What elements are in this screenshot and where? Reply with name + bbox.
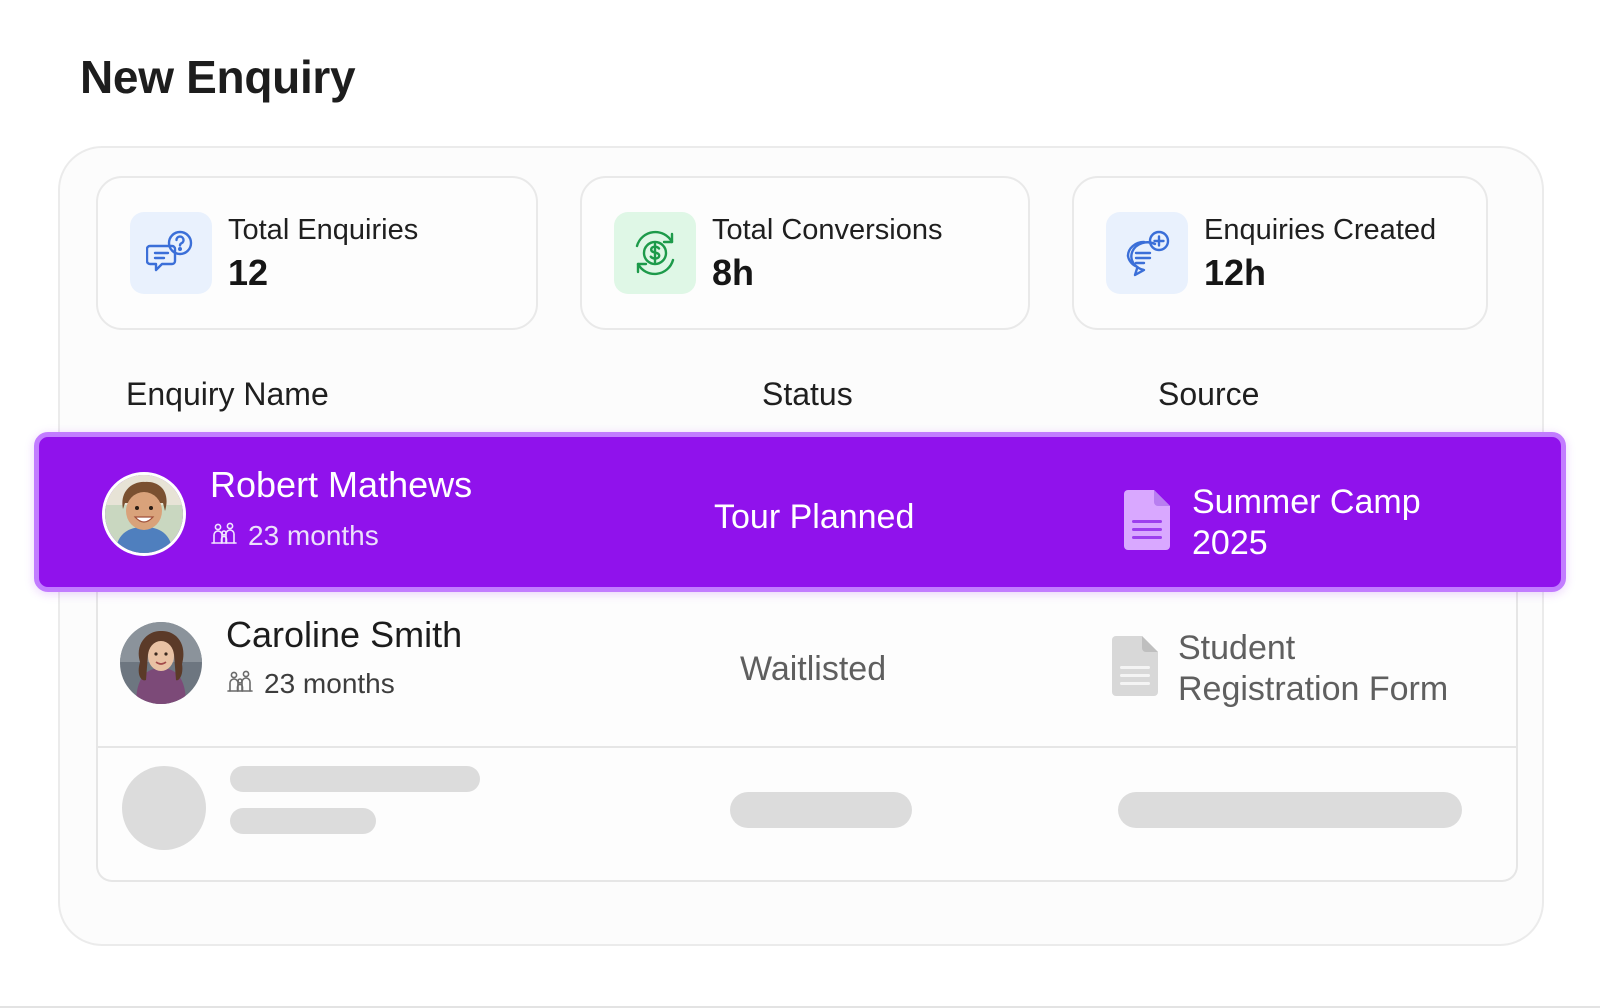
row-divider xyxy=(96,746,1518,748)
question-chat-icon xyxy=(130,212,212,294)
family-icon xyxy=(210,520,238,552)
skeleton-avatar xyxy=(122,766,206,850)
source-line: Student xyxy=(1178,629,1296,667)
source-line: Registration Form xyxy=(1178,670,1449,708)
stat-card-total-conversions: Total Conversions 8h xyxy=(580,176,1030,330)
avatar xyxy=(120,622,202,704)
source-text[interactable]: Summer Camp 2025 xyxy=(1192,482,1421,564)
skeleton-line xyxy=(1118,792,1462,828)
skeleton-line xyxy=(230,808,376,834)
avatar xyxy=(102,472,186,556)
stat-label: Total Conversions xyxy=(712,214,943,246)
age-info: 23 months xyxy=(226,668,395,700)
status-text: Tour Planned xyxy=(714,498,915,536)
source-text[interactable]: Student Registration Form xyxy=(1178,628,1448,710)
source-line: Summer Camp xyxy=(1192,483,1421,521)
enquiry-name[interactable]: Robert Mathews xyxy=(210,464,472,506)
column-header-status[interactable]: Status xyxy=(762,376,853,413)
chat-plus-icon xyxy=(1106,212,1188,294)
enquiry-page: New Enquiry Total Enquiries 12 Total Con… xyxy=(0,0,1600,1008)
stat-value: 8h xyxy=(712,252,755,293)
family-icon xyxy=(226,668,254,700)
age-info: 23 months xyxy=(210,520,379,552)
stat-value: 12 xyxy=(228,252,269,293)
dollar-cycle-icon xyxy=(614,212,696,294)
source-line: 2025 xyxy=(1192,524,1268,562)
skeleton-line xyxy=(230,766,480,792)
status-text: Waitlisted xyxy=(740,650,887,688)
age-text: 23 months xyxy=(264,668,395,699)
skeleton-line xyxy=(730,792,912,828)
enquiry-name[interactable]: Caroline Smith xyxy=(226,614,462,656)
stat-value: 12h xyxy=(1204,252,1267,293)
page-title: New Enquiry xyxy=(80,51,356,103)
stat-label: Total Enquiries xyxy=(228,214,419,246)
column-header-source[interactable]: Source xyxy=(1158,376,1259,413)
document-icon xyxy=(1124,490,1170,550)
age-text: 23 months xyxy=(248,520,379,551)
stat-card-enquiries-created: Enquiries Created 12h xyxy=(1072,176,1488,330)
column-header-enquiry-name[interactable]: Enquiry Name xyxy=(126,376,329,413)
stat-label: Enquiries Created xyxy=(1204,214,1437,246)
document-icon xyxy=(1112,636,1158,696)
stat-card-total-enquiries: Total Enquiries 12 xyxy=(96,176,538,330)
